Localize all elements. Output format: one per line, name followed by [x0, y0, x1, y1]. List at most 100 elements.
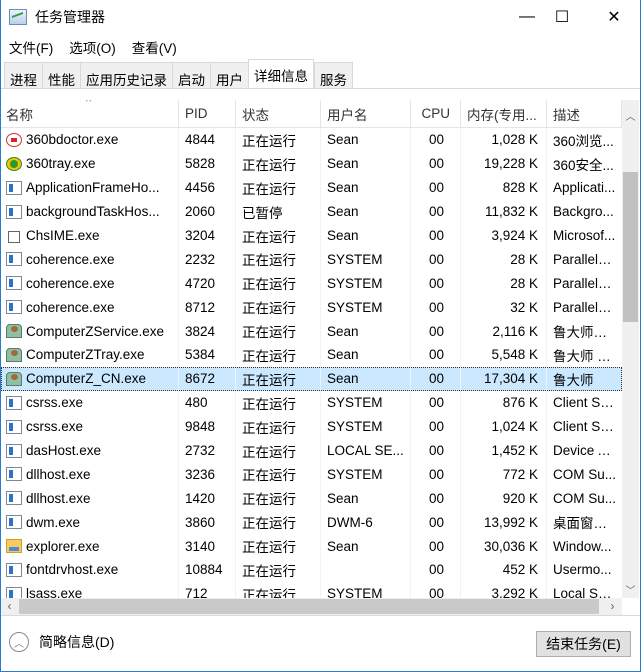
- menu-file[interactable]: 文件(F): [1, 35, 61, 57]
- table-row[interactable]: coherence.exe 2232 正在运行 SYSTEM 00 28 K Paralle…: [1, 247, 622, 272]
- process-name-cell: fontdrvhost.exe: [1, 558, 179, 582]
- table-row[interactable]: coherence.exe 8712 正在运行 SYSTEM 00 32 K Paralle…: [1, 295, 622, 320]
- process-name: fontdrvhost.exe: [26, 562, 119, 578]
- user-name-cell: SYSTEM: [321, 581, 411, 598]
- table-row[interactable]: coherence.exe 4720 正在运行 SYSTEM 00 28 K Paralle…: [1, 271, 622, 296]
- status-cell: 正在运行: [236, 510, 321, 535]
- status: 正在运行: [242, 325, 296, 341]
- tab-startup[interactable]: 启动: [172, 62, 210, 89]
- memory: 32 K: [510, 299, 538, 315]
- column-header-pid[interactable]: PID: [179, 100, 236, 127]
- user-name: SYSTEM: [327, 395, 383, 411]
- status: 正在运行: [242, 348, 296, 364]
- horizontal-scroll-thumb[interactable]: [19, 599, 599, 614]
- scroll-right-icon[interactable]: ›: [604, 599, 621, 613]
- status-cell: 正在运行: [236, 223, 321, 248]
- close-button[interactable]: ✕: [591, 0, 637, 34]
- table-row[interactable]: 360bdoctor.exe 4844 正在运行 Sean 00 1,028 K 360浏览…: [1, 128, 622, 152]
- description: Device A...: [553, 443, 616, 459]
- process-name-cell: ComputerZ_CN.exe: [1, 366, 179, 391]
- process-name: 360bdoctor.exe: [26, 132, 119, 148]
- description: Applicati...: [553, 180, 616, 196]
- cpu: 00: [428, 251, 444, 267]
- fewer-details-button[interactable]: ︿ 简略信息(D): [9, 632, 114, 652]
- cpu-cell: 00: [411, 247, 461, 272]
- app-window-icon: [6, 204, 22, 219]
- table-row[interactable]: explorer.exe 3140 正在运行 Sean 00 30,036 K Window…: [1, 534, 622, 559]
- description: COM Su...: [553, 466, 616, 482]
- status-cell: 正在运行: [236, 343, 321, 367]
- scroll-down-icon[interactable]: ﹀: [622, 582, 639, 597]
- title-bar: 任务管理器 — ☐ ✕: [1, 0, 641, 34]
- pid: 1420: [185, 490, 216, 506]
- app-window-icon: [6, 515, 22, 530]
- column-header-description[interactable]: 描述: [547, 100, 622, 127]
- table-row[interactable]: dasHost.exe 2732 正在运行 LOCAL SE... 00 1,452 K D…: [1, 438, 622, 463]
- table-row[interactable]: lsass.exe 712 正在运行 SYSTEM 00 3,292 K Local Se.…: [1, 581, 622, 598]
- table-row[interactable]: ComputerZService.exe 3824 正在运行 Sean 00 2,116 …: [1, 319, 622, 344]
- table-row[interactable]: dllhost.exe 3236 正在运行 SYSTEM 00 772 K COM Su..…: [1, 462, 622, 487]
- vertical-scrollbar[interactable]: ︿ ﹀: [622, 100, 639, 598]
- app-window-icon: [6, 180, 22, 195]
- memory: 19,228 K: [483, 156, 538, 172]
- column-header-status[interactable]: 状态: [236, 100, 321, 127]
- table-row[interactable]: ComputerZTray.exe 5384 正在运行 Sean 00 5,548 K 鲁大…: [1, 343, 622, 367]
- menu-options[interactable]: 选项(O): [61, 35, 124, 57]
- tab-users[interactable]: 用户: [210, 62, 248, 89]
- status: 正在运行: [242, 253, 296, 269]
- memory-cell: 17,304 K: [461, 366, 547, 391]
- status: 正在运行: [242, 133, 296, 149]
- table-row[interactable]: ComputerZ_CN.exe 8672 正在运行 Sean 00 17,304 K 鲁大…: [1, 366, 622, 391]
- memory: 876 K: [502, 395, 538, 411]
- memory: 28 K: [510, 251, 538, 267]
- process-name-cell: 360tray.exe: [1, 151, 179, 176]
- user-name-cell: [321, 558, 411, 582]
- column-header-memory[interactable]: 内存(专用...: [461, 100, 547, 127]
- scroll-up-icon[interactable]: ︿: [622, 108, 639, 123]
- table-row[interactable]: ApplicationFrameHo... 4456 正在运行 Sean 00 828 K…: [1, 175, 622, 200]
- tab-services[interactable]: 服务: [314, 62, 353, 89]
- column-header-user[interactable]: 用户名: [321, 100, 411, 127]
- vertical-scroll-thumb[interactable]: [623, 172, 638, 322]
- table-row[interactable]: csrss.exe 480 正在运行 SYSTEM 00 876 K Client Se..…: [1, 390, 622, 415]
- column-header-cpu[interactable]: CPU: [411, 100, 461, 127]
- table-row[interactable]: ChsIME.exe 3204 正在运行 Sean 00 3,924 K Microsof.…: [1, 223, 622, 248]
- cpu-cell: 00: [411, 175, 461, 200]
- end-task-button[interactable]: 结束任务(E): [536, 631, 631, 657]
- process-name-cell: dllhost.exe: [1, 462, 179, 487]
- memory-cell: 3,292 K: [461, 581, 547, 598]
- maximize-button[interactable]: ☐: [539, 0, 585, 34]
- user-name: SYSTEM: [327, 251, 383, 267]
- description-cell: Usermo...: [547, 558, 622, 582]
- table-row[interactable]: dwm.exe 3860 正在运行 DWM-6 00 13,992 K 桌面窗口...: [1, 510, 622, 535]
- user-name: Sean: [327, 180, 359, 196]
- status: 正在运行: [242, 157, 296, 173]
- memory: 452 K: [502, 562, 538, 578]
- explorer-folder-icon: [6, 539, 22, 554]
- 360-doctor-icon: [6, 132, 22, 147]
- tab-performance[interactable]: 性能: [42, 62, 80, 89]
- user-name: SYSTEM: [327, 466, 383, 482]
- table-row[interactable]: fontdrvhost.exe 10884 正在运行 00 452 K Usermo...: [1, 558, 622, 582]
- cpu-cell: 00: [411, 199, 461, 224]
- menu-view[interactable]: 查看(V): [124, 35, 185, 57]
- tab-app-history[interactable]: 应用历史记录: [80, 62, 172, 89]
- process-name-cell: coherence.exe: [1, 295, 179, 320]
- pid: 4844: [185, 132, 216, 148]
- tab-processes[interactable]: 进程: [4, 62, 42, 89]
- table-row[interactable]: dllhost.exe 1420 正在运行 Sean 00 920 K COM Su...: [1, 486, 622, 511]
- horizontal-scrollbar[interactable]: ‹ ›: [1, 598, 622, 615]
- pid-cell: 4456: [179, 175, 236, 200]
- scroll-left-icon[interactable]: ‹: [1, 599, 18, 613]
- table-row[interactable]: csrss.exe 9848 正在运行 SYSTEM 00 1,024 K Client S…: [1, 414, 622, 439]
- cpu: 00: [428, 228, 444, 243]
- column-header-name[interactable]: 名称 ^: [1, 100, 179, 127]
- cpu-cell: 00: [411, 390, 461, 415]
- table-row[interactable]: backgroundTaskHos... 2060 已暂停 Sean 00 11,832 …: [1, 199, 622, 224]
- memory: 1,452 K: [491, 443, 538, 459]
- tab-details[interactable]: 详细信息: [248, 59, 314, 88]
- pid: 2732: [185, 443, 216, 459]
- status: 正在运行: [242, 301, 296, 317]
- table-row[interactable]: 360tray.exe 5828 正在运行 Sean 00 19,228 K 360安全..…: [1, 151, 622, 176]
- memory-cell: 2,116 K: [461, 319, 547, 344]
